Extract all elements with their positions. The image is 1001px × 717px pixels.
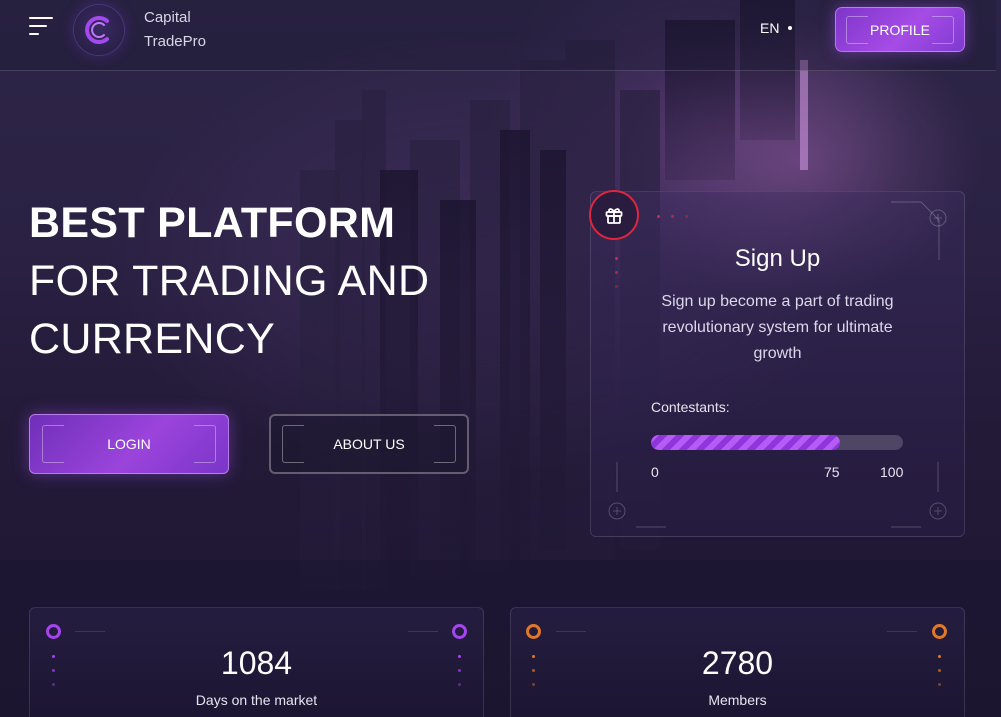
bracket-left bbox=[846, 16, 868, 44]
decor-line bbox=[75, 631, 105, 632]
signup-description: Sign up become a part of trading revolut… bbox=[661, 293, 894, 362]
progress-tick-min: 0 bbox=[651, 464, 659, 480]
progress-tick-max: 100 bbox=[880, 464, 904, 480]
stat-value-members: 2780 bbox=[701, 645, 774, 681]
contestants-label: Contestants: bbox=[651, 399, 730, 415]
language-selector[interactable]: EN bbox=[760, 20, 793, 36]
login-button[interactable]: LOGIN bbox=[29, 414, 229, 474]
brand-line-1: Capital bbox=[144, 9, 191, 26]
stat-label-members: Members bbox=[708, 692, 767, 708]
brand-logo-icon[interactable] bbox=[74, 5, 124, 55]
gift-badge bbox=[589, 190, 639, 240]
hero-title-line-3: CURRENCY bbox=[29, 315, 276, 363]
ring-icon bbox=[46, 624, 61, 639]
bracket-right bbox=[434, 425, 456, 463]
ring-icon bbox=[452, 624, 467, 639]
about-us-button[interactable]: ABOUT US bbox=[269, 414, 469, 474]
stat-label-days: Days on the market bbox=[195, 692, 318, 708]
decor-line bbox=[408, 631, 438, 632]
decor-dot bbox=[671, 215, 674, 218]
decor-dot bbox=[532, 683, 535, 686]
decor-dot bbox=[615, 285, 618, 288]
bracket-right bbox=[932, 16, 954, 44]
decor-dot bbox=[458, 683, 461, 686]
about-us-button-label: ABOUT US bbox=[333, 436, 405, 452]
language-label: EN bbox=[760, 20, 780, 36]
menu-icon[interactable] bbox=[29, 17, 55, 43]
bracket-left bbox=[42, 425, 64, 463]
contestants-progress-bar bbox=[651, 435, 903, 450]
contestants-progress-fill bbox=[651, 435, 840, 450]
profile-button-label: PROFILE bbox=[870, 21, 930, 38]
decor-dot bbox=[657, 215, 660, 218]
login-button-label: LOGIN bbox=[107, 436, 151, 452]
hero-title-line-2: FOR TRADING AND bbox=[29, 257, 430, 305]
top-header: Capital TradePro EN PROFILE bbox=[0, 0, 996, 71]
ring-icon bbox=[526, 624, 541, 639]
profile-button[interactable]: PROFILE bbox=[835, 7, 965, 52]
ring-icon bbox=[932, 624, 947, 639]
bracket-right bbox=[194, 425, 216, 463]
gift-icon bbox=[605, 208, 623, 224]
hero-title: BEST PLATFORM FOR TRADING AND CURRENCY bbox=[29, 194, 429, 368]
stat-value-days: 1084 bbox=[220, 645, 293, 681]
brand-line-2: TradePro bbox=[144, 33, 206, 50]
hero-title-line-1: BEST PLATFORM bbox=[29, 199, 396, 247]
decor-line bbox=[887, 631, 917, 632]
signup-title: Sign Up bbox=[734, 245, 821, 272]
decor-dot bbox=[938, 683, 941, 686]
decor-line bbox=[556, 631, 586, 632]
language-dot-icon bbox=[788, 26, 793, 30]
decor-dot bbox=[685, 215, 688, 218]
decor-dot bbox=[52, 683, 55, 686]
brand-name[interactable]: Capital TradePro bbox=[144, 6, 206, 54]
progress-tick-mid: 75 bbox=[824, 464, 840, 480]
bracket-left bbox=[282, 425, 304, 463]
